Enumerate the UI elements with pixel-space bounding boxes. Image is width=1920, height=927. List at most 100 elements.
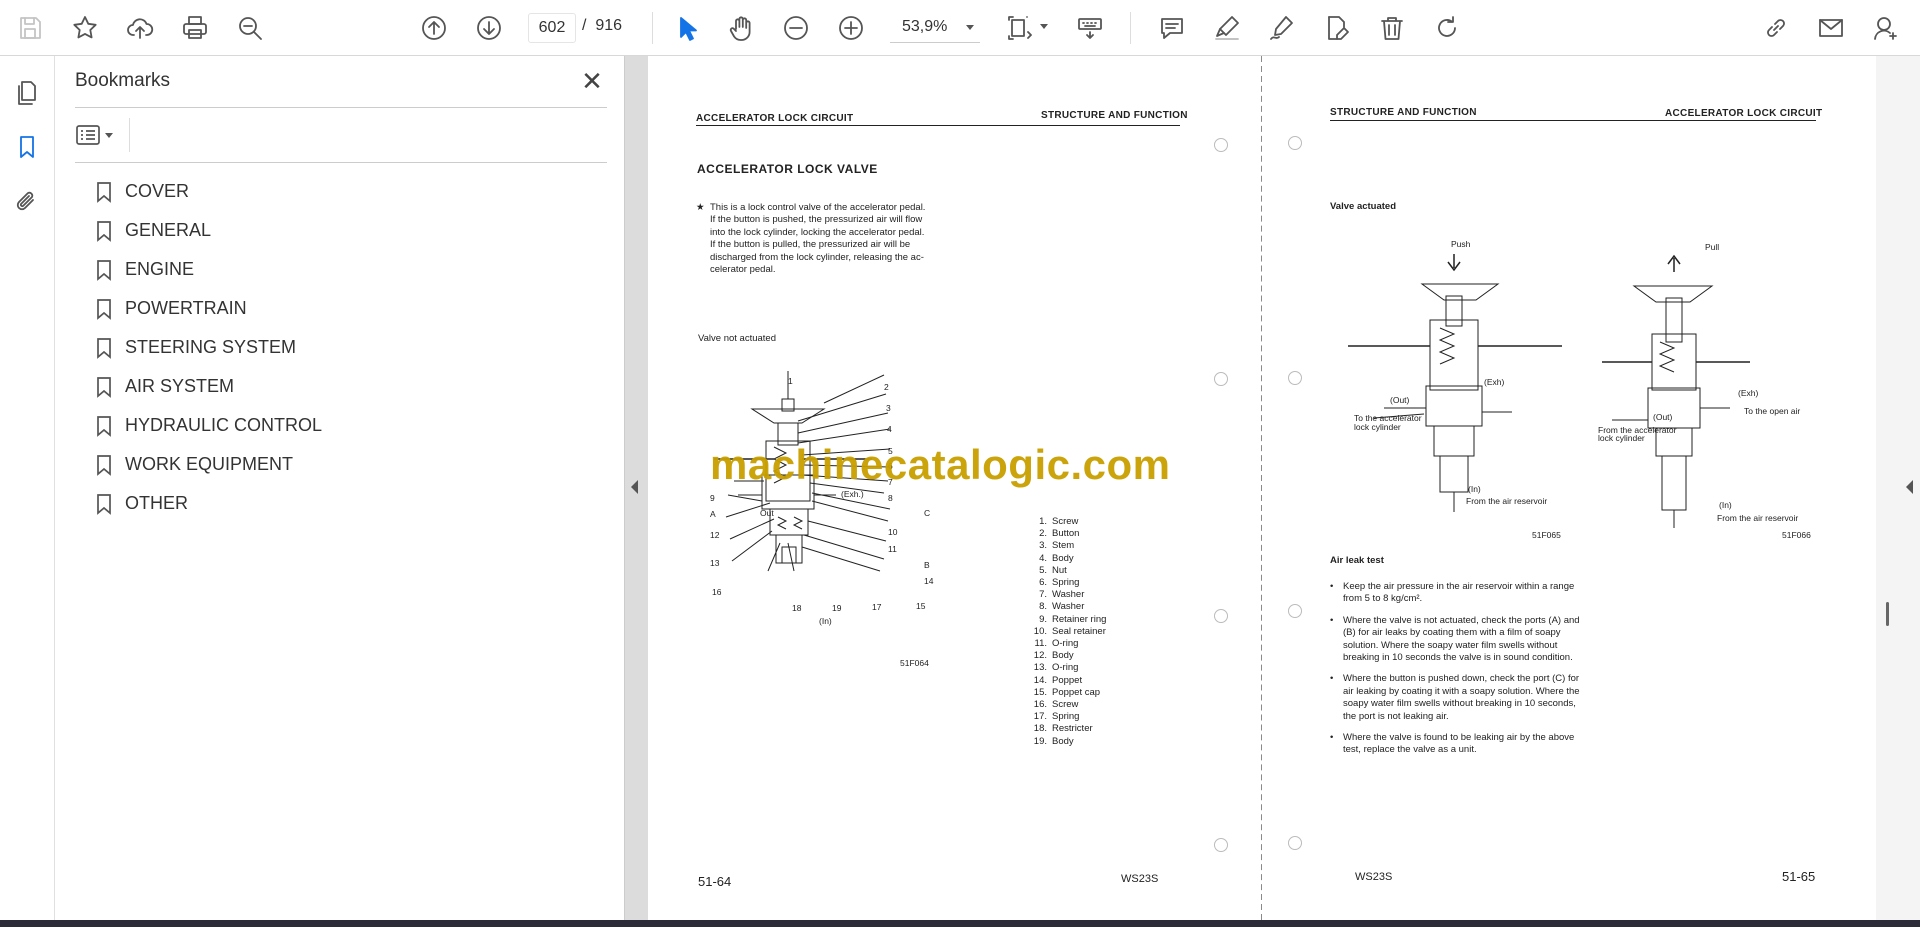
comment-icon[interactable] [1154,10,1190,46]
bookmark-panel-icon[interactable] [10,130,44,164]
callout-15: 15 [916,601,926,611]
part-number: 9. [1039,613,1047,625]
bookmark-label: STEERING SYSTEM [125,337,297,357]
bookmark-item[interactable]: HYDRAULIC CONTROL [95,406,322,445]
bookmark-item[interactable]: ENGINE [95,250,322,289]
punch-hole [1288,136,1302,150]
left-tool-rail [0,56,55,920]
description-line: into the lock cylinder, locking the acce… [710,226,925,238]
save-icon[interactable] [12,10,48,46]
draw-signature-icon[interactable] [1264,10,1300,46]
part-name: Seal retainer [1052,625,1106,637]
callout-2: 2 [884,382,889,392]
note-mark: ★ [696,202,705,213]
section-title: ACCELERATOR LOCK VALVE [697,162,878,176]
close-icon[interactable]: ✕ [577,66,607,96]
punch-hole [1288,371,1302,385]
part-item: 11. O-ring [1032,638,1106,650]
scrollbar-thumb[interactable] [1886,602,1889,626]
part-item: 15. Poppet cap [1032,687,1106,699]
exh-label: (Exh) [1738,388,1759,398]
bookmark-item[interactable]: WORK EQUIPMENT [95,445,322,484]
part-number: 13. [1033,662,1047,674]
bookmarks-panel: Bookmarks ✕ COVER GENERAL ENGINE POWERTRAIN… [55,56,625,920]
part-item: 4. Body [1032,553,1106,565]
part-item: 17. Spring [1032,711,1106,723]
share-link-icon[interactable] [1758,10,1794,46]
select-cursor-icon[interactable] [668,10,704,46]
bookmark-options-button[interactable] [75,118,123,152]
part-name: Washer [1052,589,1085,601]
part-number: 17. [1033,711,1047,723]
part-name: Restricter [1052,723,1093,735]
page-number-input[interactable] [528,13,576,43]
user-add-icon[interactable] [1868,10,1904,46]
rotate-icon[interactable] [1429,10,1465,46]
page-header-right: STRUCTURE AND FUNCTION [1041,110,1188,121]
part-name: Button [1052,528,1080,540]
to-open-air-label: To the open air [1744,406,1801,416]
part-name: Retainer ring [1052,613,1107,625]
watermark: machinecatalogic.com [710,441,1171,488]
bookmark-label: POWERTRAIN [125,298,247,318]
callout-8: 8 [888,493,893,503]
page-total-value: 916 [595,17,623,34]
bookmark-item[interactable]: STEERING SYSTEM [95,328,322,367]
part-name: Body [1052,735,1074,747]
edit-document-icon[interactable] [1319,10,1355,46]
bookmark-item[interactable]: GENERAL [95,211,322,250]
part-number: 10. [1033,625,1047,637]
bookmark-item[interactable]: AIR SYSTEM [95,367,322,406]
bookmark-label: OTHER [125,493,188,513]
chevron-down-icon [966,25,974,30]
hand-tool-icon[interactable] [723,10,759,46]
collapse-left-panel-icon[interactable] [631,480,638,494]
pull-label: Pull [1705,242,1720,252]
attachment-icon[interactable] [10,184,44,218]
bookmark-item[interactable]: OTHER [95,484,322,523]
part-number: 14. [1033,674,1047,686]
bookmark-icon [97,454,111,476]
figure-id: 51F066 [1782,530,1811,540]
highlight-pen-icon[interactable] [1209,10,1245,46]
part-number: 12. [1033,650,1047,662]
bookmark-label: HYDRAULIC CONTROL [125,415,323,435]
zoom-search-icon[interactable] [232,10,268,46]
description-line: discharged from the lock cylinder, relea… [710,251,924,263]
bookmark-list: COVER GENERAL ENGINE POWERTRAIN STEERING SYS… [95,172,322,523]
panel-title: Bookmarks [75,70,171,91]
figure-subtitle: Valve actuated [1330,201,1397,212]
expand-right-panel-icon[interactable] [1906,480,1913,494]
from-reservoir-label: From the air reservoir [1466,496,1548,506]
callout-17: 17 [872,602,882,612]
part-number: 15. [1033,686,1047,698]
part-name: Body [1052,552,1074,564]
page-thumbnails-icon[interactable] [10,76,44,110]
part-number: 18. [1033,723,1047,735]
zoom-out-icon[interactable] [778,10,814,46]
bookmark-label: COVER [125,181,190,201]
print-icon[interactable] [177,10,213,46]
trash-icon[interactable] [1374,10,1410,46]
page-total: / 916 [582,17,622,35]
part-name: Screw [1052,516,1079,527]
next-page-icon[interactable] [471,10,507,46]
bookmark-item[interactable]: COVER [95,172,322,211]
email-icon[interactable] [1813,10,1849,46]
in-label: (In) [819,616,832,626]
previous-page-icon[interactable] [416,10,452,46]
zoom-in-icon[interactable] [833,10,869,46]
part-item: 19. Body [1032,736,1106,748]
in-label: (In) [1468,484,1481,494]
fit-page-icon[interactable] [1002,10,1038,46]
part-number: 8. [1039,601,1047,613]
star-icon[interactable] [67,10,103,46]
keyboard-icon[interactable] [1072,10,1108,46]
callout-18: 18 [792,603,802,613]
chevron-down-icon[interactable] [1040,24,1048,29]
cloud-upload-icon[interactable] [122,10,158,46]
zoom-dropdown[interactable]: 53,9% [890,13,980,43]
bookmark-item[interactable]: POWERTRAIN [95,289,322,328]
callout-16: 16 [712,587,722,597]
callout-14: 14 [924,576,934,586]
